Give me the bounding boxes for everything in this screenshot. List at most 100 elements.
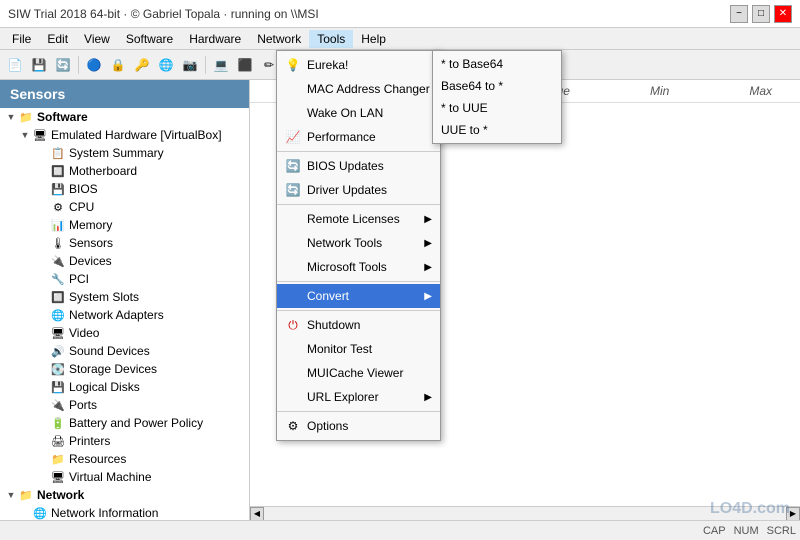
menu-sep-4 [277,310,440,311]
tools-url-explorer[interactable]: URL Explorer ▶ [277,385,440,409]
memory-icon: 📊 [50,217,66,233]
tree-video[interactable]: 🖥Video [0,324,249,342]
expander-software[interactable]: ▼ [4,110,18,124]
tools-microsoft-tools[interactable]: Microsoft Tools ▶ [277,255,440,279]
tree-virtual-machine[interactable]: 🖥Virtual Machine [0,468,249,486]
toolbar-save[interactable]: 💾 [28,54,50,76]
tree-emulated[interactable]: ▼ 🖥 Emulated Hardware [VirtualBox] [0,126,249,144]
tree-logical-disks[interactable]: 💾Logical Disks [0,378,249,396]
network-info-icon: 🌐 [32,505,48,521]
menu-hardware[interactable]: Hardware [181,30,249,48]
system-slots-icon: 🔲 [50,289,66,305]
tree-sensors[interactable]: 🌡Sensors [0,234,249,252]
sensors-icon: 🌡 [50,235,66,251]
tree-ports[interactable]: 🔌Ports [0,396,249,414]
tree-software[interactable]: ▼ 📁 Software [0,108,249,126]
convert-to-base64[interactable]: * to Base64 [433,53,561,75]
tools-performance[interactable]: 📈 Performance [277,125,440,149]
maximize-button[interactable]: □ [752,5,770,23]
tree-battery[interactable]: 🔋Battery and Power Policy [0,414,249,432]
menu-software[interactable]: Software [118,30,181,48]
remote-licenses-arrow: ▶ [424,214,432,225]
toolbar-btn-a[interactable]: 🔵 [83,54,105,76]
expander-network[interactable]: ▼ [4,488,18,502]
convert-to-uue[interactable]: * to UUE [433,97,561,119]
battery-icon: 🔋 [50,415,66,431]
hscroll-track[interactable] [264,507,786,521]
tree-network-section[interactable]: ▼ 📁 Network [0,486,249,504]
tools-convert[interactable]: Convert ▶ [277,284,440,308]
toolbar-btn-c[interactable]: 🔑 [131,54,153,76]
tree-system-slots[interactable]: 🔲System Slots [0,288,249,306]
wake-on-lan-icon [285,105,301,121]
network-tools-icon [285,235,301,251]
tree-resources[interactable]: 📁Resources [0,450,249,468]
convert-submenu: * to Base64 Base64 to * * to UUE UUE to … [432,50,562,144]
sidebar-header: Sensors [0,80,249,108]
menu-help[interactable]: Help [353,30,394,48]
tree-printers[interactable]: 🖨Printers [0,432,249,450]
network-section-icon: 📁 [18,487,34,503]
toolbar-new[interactable]: 📄 [4,54,26,76]
menu-sep-5 [277,411,440,412]
microsoft-tools-icon [285,259,301,275]
tools-bios-updates[interactable]: 🔄 BIOS Updates [277,154,440,178]
toolbar-btn-f[interactable]: 💻 [210,54,232,76]
tools-monitor-test[interactable]: Monitor Test [277,337,440,361]
tree-storage[interactable]: 💽Storage Devices [0,360,249,378]
toolbar-btn-d[interactable]: 🌐 [155,54,177,76]
url-explorer-arrow: ▶ [424,392,432,403]
logical-disks-icon: 💾 [50,379,66,395]
toolbar-btn-e[interactable]: 📷 [179,54,201,76]
sidebar: Sensors ▼ 📁 Software ▼ 🖥 Emulated Hardwa… [0,80,250,540]
tools-shutdown[interactable]: ⏻ Shutdown [277,313,440,337]
tools-network-tools[interactable]: Network Tools ▶ [277,231,440,255]
hscroll-left[interactable]: ◀ [250,507,264,521]
tools-remote-licenses[interactable]: Remote Licenses ▶ [277,207,440,231]
menu-edit[interactable]: Edit [39,30,76,48]
tools-mac-changer[interactable]: MAC Address Changer [277,77,440,101]
tools-muicache[interactable]: MUICache Viewer [277,361,440,385]
emulated-icon: 🖥 [32,127,48,143]
shutdown-icon: ⏻ [285,317,301,333]
tree-network-adapters[interactable]: 🌐Network Adapters [0,306,249,324]
toolbar-btn-g[interactable]: ⬛ [234,54,256,76]
remote-licenses-icon [285,211,301,227]
options-icon: ⚙ [285,418,301,434]
convert-base64-to[interactable]: Base64 to * [433,75,561,97]
tree-motherboard[interactable]: 🔲Motherboard [0,162,249,180]
tools-driver-updates[interactable]: 🔄 Driver Updates [277,178,440,202]
tools-eureka[interactable]: 💡 Eureka! [277,53,440,77]
title-bar: SIW Trial 2018 64-bit · © Gabriel Topala… [0,0,800,28]
tree-bios[interactable]: 💾BIOS [0,180,249,198]
menu-tools[interactable]: Tools [309,30,353,48]
status-scrl: SCRL [767,525,796,537]
tree-system-summary[interactable]: 📋System Summary [0,144,249,162]
network-adapters-icon: 🌐 [50,307,66,323]
toolbar-btn-b[interactable]: 🔒 [107,54,129,76]
menu-bar: File Edit View Software Hardware Network… [0,28,800,50]
tools-wake-on-lan[interactable]: Wake On LAN [277,101,440,125]
sound-icon: 🔊 [50,343,66,359]
convert-arrow: ▶ [424,291,432,302]
toolbar-refresh[interactable]: 🔄 [52,54,74,76]
emulated-label: Emulated Hardware [VirtualBox] [51,128,222,142]
tools-options[interactable]: ⚙ Options [277,414,440,438]
menu-network[interactable]: Network [249,30,309,48]
title-controls: − □ ✕ [730,5,792,23]
bios-icon: 💾 [50,181,66,197]
expander-emulated[interactable]: ▼ [18,128,32,142]
menu-file[interactable]: File [4,30,39,48]
convert-uue-to[interactable]: UUE to * [433,119,561,141]
tree-pci[interactable]: 🔧PCI [0,270,249,288]
tree-memory[interactable]: 📊Memory [0,216,249,234]
devices-icon: 🔌 [50,253,66,269]
col-max: Max [749,84,772,98]
menu-view[interactable]: View [76,30,118,48]
tree-devices[interactable]: 🔌Devices [0,252,249,270]
tree-sound[interactable]: 🔊Sound Devices [0,342,249,360]
minimize-button[interactable]: − [730,5,748,23]
tree-cpu[interactable]: ⚙CPU [0,198,249,216]
close-button[interactable]: ✕ [774,5,792,23]
ports-icon: 🔌 [50,397,66,413]
